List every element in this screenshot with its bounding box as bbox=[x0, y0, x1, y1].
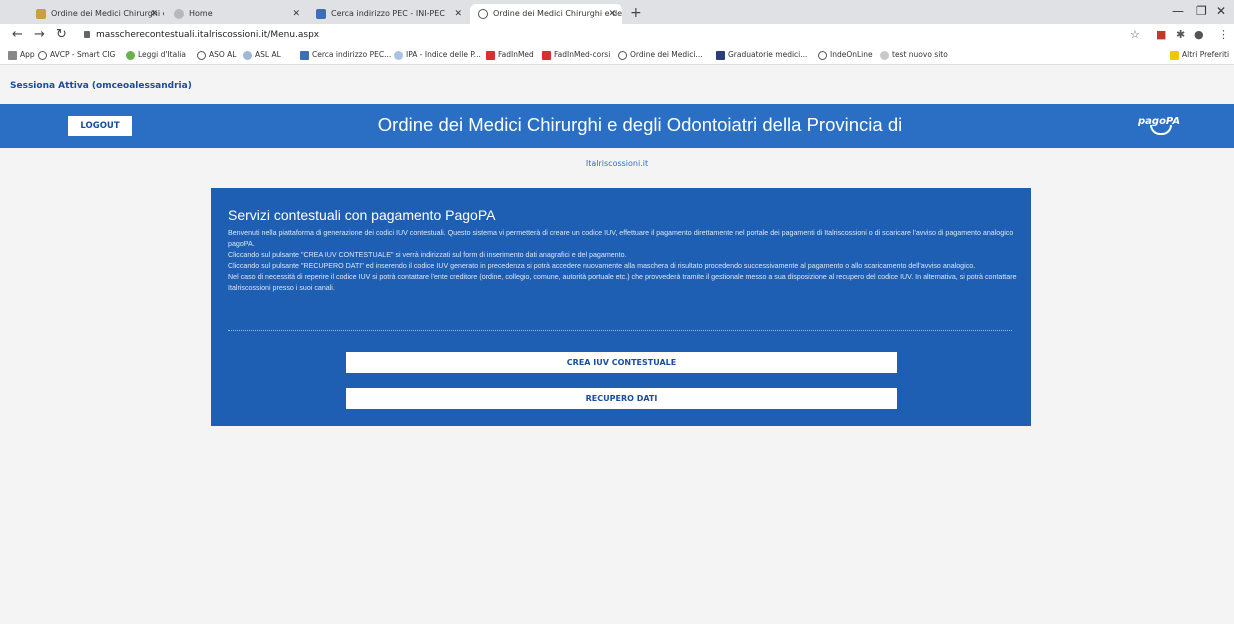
bookmark-avcp[interactable]: AVCP - Smart CIG bbox=[38, 46, 115, 64]
lock-icon bbox=[84, 31, 90, 38]
ipa-icon bbox=[394, 50, 403, 60]
asl-icon bbox=[243, 50, 252, 60]
pagopa-logo: pagoPA bbox=[1138, 112, 1208, 142]
sp-icon bbox=[716, 50, 725, 60]
tab-ordine-medici-2[interactable]: Ordine dei Medici Chirurghi e de ✕ bbox=[470, 4, 622, 24]
description-paragraph: Benvenuti nella piattaforma di generazio… bbox=[228, 229, 1014, 249]
medical-logo-icon bbox=[36, 8, 46, 19]
logout-button[interactable]: LOGOUT bbox=[68, 116, 132, 136]
bookmark-label: FadInMed-corsi bbox=[554, 50, 611, 59]
bookmark-label: Cerca indirizzo PEC... bbox=[312, 50, 392, 59]
inipec-icon bbox=[300, 50, 309, 60]
tab-cerca-pec[interactable]: Cerca indirizzo PEC - INI-PEC ✕ bbox=[308, 4, 468, 24]
bookmark-label: IPA - Indice delle P... bbox=[406, 50, 481, 59]
description-paragraph: Nel caso di necessità di reperire il cod… bbox=[228, 273, 1017, 293]
bookmark-cerca-pec[interactable]: Cerca indirizzo PEC... bbox=[300, 46, 391, 64]
description-paragraph: Cliccando sul pulsante "RECUPERO DATI" e… bbox=[228, 262, 976, 271]
pagopa-smile-icon bbox=[1150, 125, 1172, 135]
star-icon[interactable]: ☆ bbox=[1130, 28, 1140, 41]
panel-title: Servizi contestuali con pagamento PagoPA bbox=[228, 207, 496, 223]
tab-title: Ordine dei Medici Chirurghi e de bbox=[51, 9, 164, 18]
bookmark-label: Leggi d'Italia bbox=[138, 50, 186, 59]
menu-dots-icon[interactable]: ⋮ bbox=[1218, 28, 1229, 41]
bookmark-label: Altri Preferiti bbox=[1182, 50, 1230, 59]
bookmark-apps[interactable]: App bbox=[8, 46, 35, 64]
description-paragraph: Cliccando sul pulsante "CREA IUV CONTEST… bbox=[228, 251, 627, 260]
leggi-icon bbox=[126, 50, 135, 60]
maximize-icon[interactable]: ❐ bbox=[1196, 4, 1207, 18]
apps-grid-icon bbox=[8, 50, 17, 60]
bookmark-label: AVCP - Smart CIG bbox=[50, 50, 116, 59]
address-bar[interactable]: masscherecontestuali.italriscossioni.it/… bbox=[84, 27, 319, 43]
puzzle-icon[interactable]: ✱ bbox=[1176, 28, 1185, 41]
bookmark-label: App bbox=[20, 50, 35, 59]
reload-icon[interactable]: ↻ bbox=[56, 27, 67, 43]
fadinmed-icon bbox=[542, 50, 551, 60]
panel-divider bbox=[228, 330, 1012, 331]
fadinmed-icon bbox=[486, 50, 495, 60]
globe-icon bbox=[618, 50, 627, 60]
globe-icon bbox=[197, 50, 206, 60]
bookmark-altri-preferiti[interactable]: Altri Preferiti bbox=[1170, 46, 1229, 64]
new-tab-button[interactable]: + bbox=[630, 4, 642, 22]
bookmark-ordine-medici[interactable]: Ordine dei Medici... bbox=[618, 46, 703, 64]
bookmark-label: IndeOnLine bbox=[830, 50, 873, 59]
bookmark-leggi[interactable]: Leggi d'Italia bbox=[126, 46, 186, 64]
panel-description: Benvenuti nella piattaforma di generazio… bbox=[228, 228, 1018, 295]
tab-title: Ordine dei Medici Chirurghi e de bbox=[493, 9, 622, 18]
session-status: Sessiona Attiva (omceoalessandria) bbox=[10, 81, 192, 91]
page-title: Ordine dei Medici Chirurghi e degli Odon… bbox=[377, 114, 903, 135]
bookmark-label: test nuovo sito bbox=[892, 50, 948, 59]
bookmark-label: Graduatorie medici... bbox=[728, 50, 808, 59]
bookmark-label: Ordine dei Medici... bbox=[630, 50, 703, 59]
inipec-icon bbox=[316, 8, 326, 19]
bookmark-label: ASO AL bbox=[209, 50, 237, 59]
close-icon[interactable]: ✕ bbox=[454, 4, 462, 24]
recover-data-button[interactable]: RECUPERO DATI bbox=[346, 388, 897, 409]
globe-icon bbox=[38, 50, 47, 60]
close-icon[interactable]: ✕ bbox=[292, 4, 300, 24]
create-iuv-button[interactable]: CREA IUV CONTESTUALE bbox=[346, 352, 897, 373]
close-window-icon[interactable]: ✕ bbox=[1216, 4, 1226, 18]
italriscossioni-link[interactable]: Italriscossioni.it bbox=[500, 159, 734, 168]
minimize-icon[interactable]: — bbox=[1172, 4, 1184, 18]
browser-tab-strip: Ordine dei Medici Chirurghi e de✕ Home✕ … bbox=[0, 0, 1234, 24]
forward-arrow-icon[interactable]: → bbox=[34, 27, 45, 43]
bookmark-test-sito[interactable]: test nuovo sito bbox=[880, 46, 948, 64]
extension-icon[interactable]: ■ bbox=[1156, 28, 1166, 41]
loading-icon bbox=[174, 8, 184, 19]
globe-icon bbox=[478, 8, 488, 19]
address-text: masscherecontestuali.italriscossioni.it/… bbox=[96, 30, 320, 40]
bookmark-indeonline[interactable]: IndeOnLine bbox=[818, 46, 873, 64]
globe-icon bbox=[818, 50, 827, 60]
back-arrow-icon[interactable]: ← bbox=[12, 27, 23, 43]
close-icon[interactable]: ✕ bbox=[608, 4, 616, 24]
bookmark-fadinmed[interactable]: FadInMed bbox=[486, 46, 534, 64]
close-icon[interactable]: ✕ bbox=[150, 4, 158, 24]
tab-ordine-medici-1[interactable]: Ordine dei Medici Chirurghi e de✕ bbox=[28, 4, 164, 24]
profile-icon[interactable]: ● bbox=[1194, 28, 1204, 41]
bookmark-label: FadInMed bbox=[498, 50, 534, 59]
tab-home[interactable]: Home ✕ bbox=[166, 4, 306, 24]
bookmark-label: ASL AL bbox=[255, 50, 281, 59]
test-icon bbox=[880, 50, 889, 60]
services-panel: Servizi contestuali con pagamento PagoPA… bbox=[211, 188, 1031, 426]
bookmark-asl-al[interactable]: ASL AL bbox=[243, 46, 281, 64]
bookmark-aso-al[interactable]: ASO AL bbox=[197, 46, 237, 64]
bookmarks-bar: App AVCP - Smart CIG Leggi d'Italia ASO … bbox=[0, 46, 1234, 65]
browser-toolbar: ← → ↻ masscherecontestuali.italriscossio… bbox=[0, 24, 1234, 46]
tab-title: Cerca indirizzo PEC - INI-PEC bbox=[331, 9, 445, 18]
tab-title: Home bbox=[189, 9, 213, 18]
bookmark-ipa[interactable]: IPA - Indice delle P... bbox=[394, 46, 481, 64]
bookmark-graduatorie[interactable]: Graduatorie medici... bbox=[716, 46, 807, 64]
folder-icon bbox=[1170, 50, 1179, 60]
bookmark-fadinmed-corsi[interactable]: FadInMed-corsi bbox=[542, 46, 610, 64]
